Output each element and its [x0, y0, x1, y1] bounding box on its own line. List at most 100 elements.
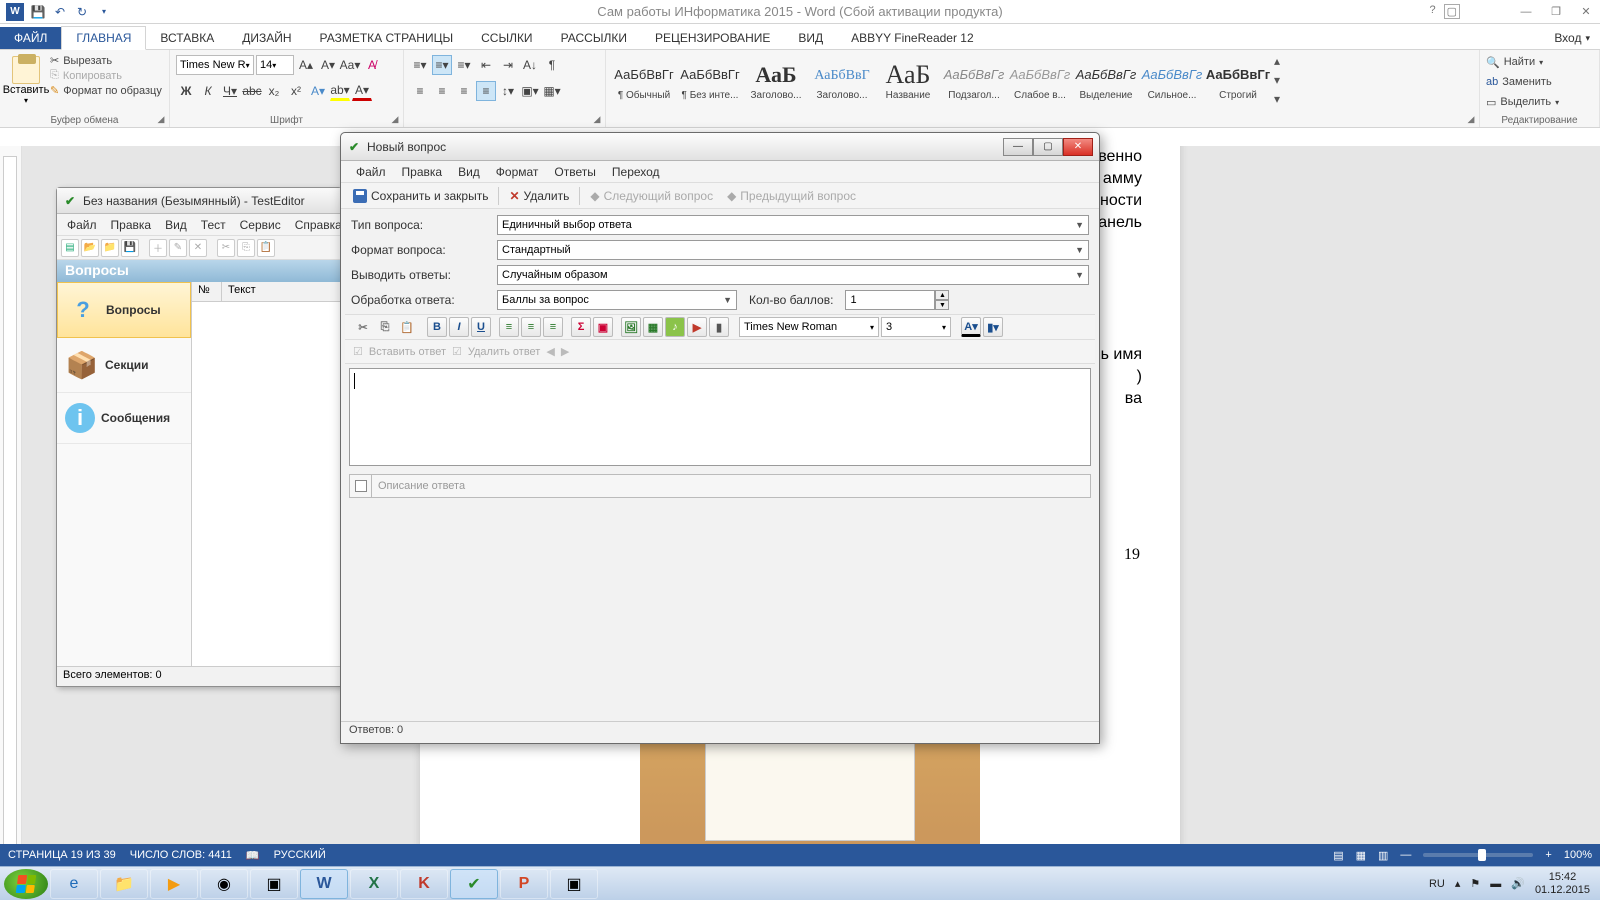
task-word[interactable]: W [300, 869, 348, 899]
answer-checkbox[interactable] [350, 475, 372, 497]
ed-cut-icon[interactable]: ✂ [353, 317, 373, 337]
task-powerpoint[interactable]: P [500, 869, 548, 899]
minimize-icon[interactable]: — [1512, 2, 1540, 22]
undo-icon[interactable]: ↶ [52, 4, 68, 20]
ribbon-opts-icon[interactable]: ▢ [1444, 4, 1460, 19]
te-copy-icon[interactable]: ⎘ [237, 239, 255, 257]
subscript-icon[interactable]: x₂ [264, 81, 284, 101]
spellcheck-icon[interactable]: 📖 [246, 849, 260, 862]
tab-review[interactable]: РЕЦЕНЗИРОВАНИЕ [641, 27, 784, 49]
bullets-icon[interactable]: ≡▾ [410, 55, 430, 75]
dialog-launcher-icon[interactable]: ◢ [1465, 113, 1477, 125]
nq-menu-file[interactable]: Файл [349, 163, 393, 181]
score-spinner[interactable]: ▲▼ [845, 290, 949, 310]
te-side-messages[interactable]: i Сообщения [57, 393, 191, 444]
show-marks-icon[interactable]: ¶ [542, 55, 562, 75]
tab-layout[interactable]: РАЗМЕТКА СТРАНИЦЫ [306, 27, 468, 49]
tab-insert[interactable]: ВСТАВКА [146, 27, 228, 49]
font-color-icon[interactable]: A▾ [352, 81, 372, 101]
close-icon[interactable]: ✕ [1572, 2, 1600, 22]
answer-row[interactable]: Описание ответа [349, 474, 1091, 498]
clock[interactable]: 15:4201.12.2015 [1535, 871, 1590, 897]
select-button[interactable]: ▭Выделить▾ [1486, 92, 1593, 112]
tray-action-icon[interactable]: ⚑ [1470, 877, 1480, 890]
question-text-input[interactable] [349, 368, 1091, 466]
task-wmp[interactable]: ▶ [150, 869, 198, 899]
te-menu-edit[interactable]: Правка [105, 216, 158, 234]
ed-object-icon[interactable]: ▮ [709, 317, 729, 337]
zoom-slider[interactable] [1423, 853, 1533, 857]
indent-icon[interactable]: ⇥ [498, 55, 518, 75]
process-select[interactable]: Баллы за вопрос▼ [497, 290, 737, 310]
help-icon[interactable]: ? [1429, 4, 1435, 19]
tray-net-icon[interactable]: ▬ [1490, 878, 1501, 890]
sort-icon[interactable]: A↓ [520, 55, 540, 75]
nq-delete-button[interactable]: ✕Удалить [505, 187, 573, 205]
te-save-icon[interactable]: 💾 [121, 239, 139, 257]
style-nospace[interactable]: АаБбВвГг¶ Без инте... [680, 52, 740, 108]
col-num[interactable]: № [192, 282, 222, 301]
tab-refs[interactable]: ССЫЛКИ [467, 27, 546, 49]
te-question-list[interactable]: № Текст [192, 282, 341, 666]
style-emph[interactable]: АаБбВвГгВыделение [1076, 52, 1136, 108]
task-excel[interactable]: X [350, 869, 398, 899]
align-right-icon[interactable]: ≡ [454, 81, 474, 101]
borders-icon[interactable]: ▦▾ [542, 81, 562, 101]
te-menu-test[interactable]: Тест [195, 216, 232, 234]
type-select[interactable]: Единичный выбор ответа▼ [497, 215, 1089, 235]
task-ie[interactable]: e [50, 869, 98, 899]
ed-italic-icon[interactable]: I [449, 317, 469, 337]
word-count[interactable]: ЧИСЛО СЛОВ: 4411 [130, 849, 232, 861]
view-read-icon[interactable]: ▦ [1356, 849, 1366, 862]
zoom-level[interactable]: 100% [1564, 849, 1592, 861]
shrink-font-icon[interactable]: A▾ [318, 55, 338, 75]
start-button[interactable] [4, 869, 48, 899]
te-paste-icon[interactable]: 📋 [257, 239, 275, 257]
testeditor-titlebar[interactable]: ✔ Без названия (Безымянный) - TestEditor [57, 188, 341, 214]
ed-video-icon[interactable]: ▶ [687, 317, 707, 337]
move-down-icon[interactable]: ▶ [561, 345, 569, 358]
ed-bold-icon[interactable]: B [427, 317, 447, 337]
style-weak[interactable]: АаБбВвГгСлабое в... [1010, 52, 1070, 108]
font-size-select[interactable]: 14▾ [256, 55, 294, 75]
restore-icon[interactable]: ❐ [1542, 2, 1570, 22]
spin-down-icon[interactable]: ▼ [935, 300, 949, 310]
nq-titlebar[interactable]: ✔ Новый вопрос — ▢ ✕ [341, 133, 1099, 161]
col-text[interactable]: Текст [222, 282, 341, 301]
ed-paste-icon[interactable]: 📋 [397, 317, 417, 337]
score-input[interactable] [845, 290, 935, 310]
save-icon[interactable]: 💾 [30, 4, 46, 20]
ed-align-center-icon[interactable]: ≡ [521, 317, 541, 337]
page-indicator[interactable]: СТРАНИЦА 19 ИЗ 39 [8, 849, 116, 861]
ed-align-right-icon[interactable]: ≡ [543, 317, 563, 337]
task-testeditor[interactable]: ✔ [450, 869, 498, 899]
ed-font-select[interactable]: Times New Roman▾ [739, 317, 879, 337]
te-side-questions[interactable]: ? Вопросы [57, 282, 191, 338]
task-kaspersky[interactable]: K [400, 869, 448, 899]
task-explorer[interactable]: 📁 [100, 869, 148, 899]
cut-button[interactable]: Вырезать [50, 54, 162, 67]
move-up-icon[interactable]: ◀ [546, 345, 554, 358]
te-menu-help[interactable]: Справка [289, 216, 348, 234]
underline-icon[interactable]: Ч▾ [220, 81, 240, 101]
te-del-icon[interactable]: ✕ [189, 239, 207, 257]
te-menu-file[interactable]: Файл [61, 216, 103, 234]
paste-button[interactable]: Вставить ▾ [6, 52, 46, 105]
task-app1[interactable]: ▣ [250, 869, 298, 899]
answer-placeholder[interactable]: Описание ответа [372, 480, 1090, 492]
nq-menu-edit[interactable]: Правка [395, 163, 450, 181]
tab-file[interactable]: ФАЙЛ [0, 27, 61, 49]
ed-image-icon[interactable]: 🖼 [621, 317, 641, 337]
nq-menu-nav[interactable]: Переход [605, 163, 667, 181]
tray-up-icon[interactable]: ▴ [1455, 877, 1461, 890]
tab-abbyy[interactable]: ABBYY FineReader 12 [837, 27, 988, 49]
te-open-icon[interactable]: 📂 [81, 239, 99, 257]
justify-icon[interactable]: ≡ [476, 81, 496, 101]
style-subtitle[interactable]: АаБбВвГгПодзагол... [944, 52, 1004, 108]
nq-close-icon[interactable]: ✕ [1063, 138, 1093, 156]
ed-audio-icon[interactable]: ♪ [665, 317, 685, 337]
tab-home[interactable]: ГЛАВНАЯ [61, 26, 146, 50]
style-strong[interactable]: АаБбВвГгСильное... [1142, 52, 1202, 108]
shading-icon[interactable]: ▣▾ [520, 81, 540, 101]
te-cut-icon[interactable]: ✂ [217, 239, 235, 257]
